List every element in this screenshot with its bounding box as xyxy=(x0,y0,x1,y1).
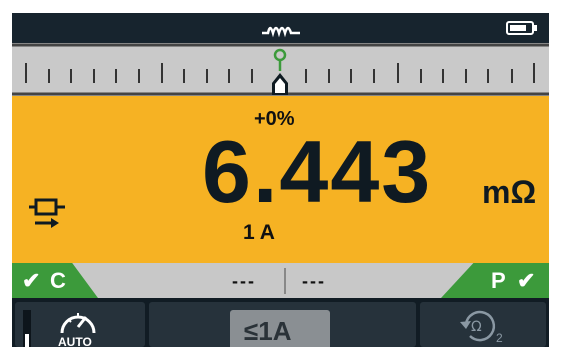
auto-label: AUTO xyxy=(58,335,92,347)
cycle-ohm-icon: Ω 2 xyxy=(460,310,503,345)
right-status-value: --- xyxy=(302,271,326,291)
potential-check-badge: P ✔ xyxy=(441,263,549,298)
level-indicator xyxy=(23,310,31,347)
gauge-icon xyxy=(60,313,96,334)
resistor-direction-icon xyxy=(29,198,65,228)
resistance-value: 6.443 xyxy=(202,122,433,221)
scale-ticks xyxy=(12,43,549,96)
meter-screen: +0% 6.443 mΩ 1 A ✔ C --- --- P ✔ AUTO ≤1… xyxy=(12,13,549,347)
current-range-button[interactable]: ≤1A xyxy=(230,310,330,347)
pass-status-bar: ✔ C --- --- P ✔ xyxy=(12,263,549,298)
current-check-badge: ✔ C xyxy=(12,263,98,298)
status-divider xyxy=(284,268,286,294)
potential-check-label: P xyxy=(491,268,506,293)
auto-mode-button[interactable]: AUTO xyxy=(15,302,145,347)
battery-icon xyxy=(506,21,537,35)
svg-text:Ω: Ω xyxy=(471,319,482,335)
check-icon: ✔ xyxy=(22,268,41,293)
check-icon: ✔ xyxy=(517,268,536,293)
test-current: 1 A xyxy=(243,221,275,244)
resistance-unit: mΩ xyxy=(482,174,537,210)
current-range-label: ≤1A xyxy=(244,316,292,346)
current-check-label: C xyxy=(50,268,66,293)
deviation-scale xyxy=(12,43,549,96)
coil-icon xyxy=(262,26,300,38)
range-panel: ≤1A xyxy=(149,302,416,347)
cycle-button[interactable]: Ω 2 xyxy=(420,302,546,347)
cycle-subscript: 2 xyxy=(496,331,503,345)
pointer-marker-icon xyxy=(272,48,288,95)
top-status-bar xyxy=(12,13,549,43)
left-status-value: --- xyxy=(232,271,256,291)
measurement-area: +0% 6.443 mΩ 1 A xyxy=(12,96,549,263)
softkey-bar: AUTO ≤1A Ω 2 xyxy=(12,298,549,347)
